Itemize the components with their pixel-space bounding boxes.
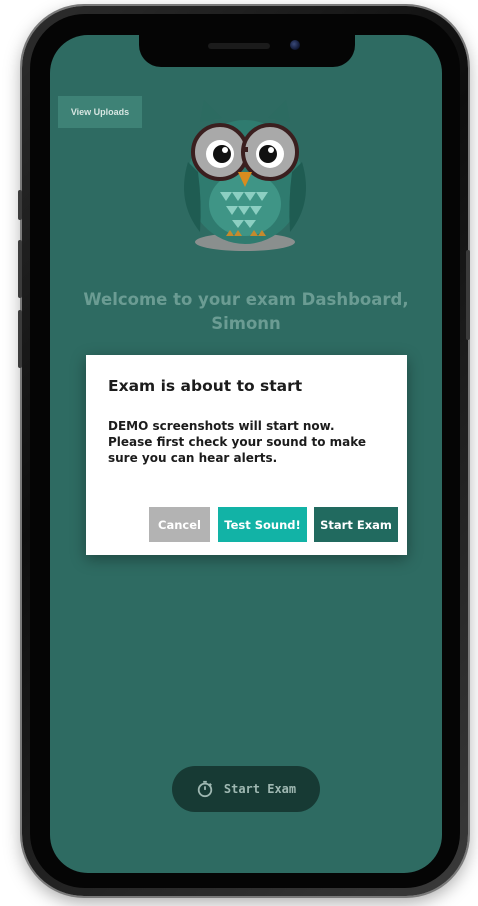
dialog-message-line-1: DEMO screenshots will start now. (108, 419, 335, 433)
view-uploads-button[interactable]: View Uploads (58, 96, 142, 128)
cancel-button[interactable]: Cancel (149, 507, 210, 542)
exam-start-dialog: Exam is about to start DEMO screenshots … (86, 355, 407, 555)
start-exam-button[interactable]: Start Exam (172, 766, 320, 812)
dialog-message-line-3: sure you can hear alerts. (108, 451, 278, 465)
phone-power-button (466, 250, 470, 340)
start-exam-label: Start Exam (223, 782, 297, 796)
owl-mascot-icon (184, 100, 306, 251)
phone-side-button (18, 190, 22, 220)
test-sound-button[interactable]: Test Sound! (218, 507, 307, 542)
dialog-title: Exam is about to start (108, 377, 303, 395)
welcome-line-1: Welcome to your exam Dashboard, (83, 290, 409, 309)
phone-camera (290, 40, 300, 50)
dialog-start-exam-button[interactable]: Start Exam (314, 507, 398, 542)
phone-notch (139, 35, 355, 67)
phone-volume-down (18, 310, 22, 368)
phone-volume-up (18, 240, 22, 298)
stopwatch-icon (197, 780, 213, 798)
phone-speaker (208, 43, 270, 49)
welcome-heading: Welcome to your exam Dashboard, Simonn (60, 288, 432, 336)
dialog-message: DEMO screenshots will start now. Please … (108, 418, 398, 466)
dialog-message-line-2: Please first check your sound to make (108, 435, 367, 449)
welcome-name: Simonn (211, 314, 281, 333)
